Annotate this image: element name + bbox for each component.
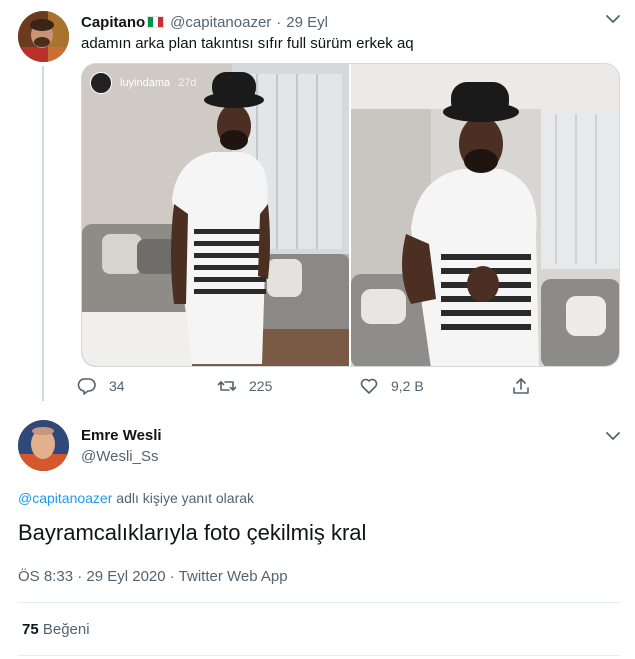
original-tweet: Capitano @capitanoazer · 29 Eyl adamın a…: [0, 0, 635, 415]
username[interactable]: @capitanoazer: [170, 14, 271, 31]
story-age: 27d: [178, 77, 197, 89]
avatar[interactable]: [18, 11, 69, 62]
retweet-button[interactable]: 225: [217, 376, 272, 396]
like-count: 9,2 B: [391, 378, 424, 394]
divider: [18, 655, 620, 656]
reply-tweet: Emre Wesli @Wesli_Ss @capitanoazer adlı …: [0, 415, 635, 659]
divider: [18, 602, 620, 603]
tweet-text: Bayramcalıklarıyla foto çekilmiş kral: [18, 520, 367, 545]
tweet-photo-left[interactable]: luyindama 27d: [82, 64, 349, 366]
media-grid: luyindama 27d: [81, 63, 620, 367]
timestamp[interactable]: 29 Eyl: [286, 14, 328, 31]
like-button[interactable]: 9,2 B: [359, 376, 424, 396]
story-header: luyindama 27d: [90, 72, 197, 94]
tweet-header: Capitano @capitanoazer · 29 Eyl: [81, 12, 328, 32]
reply-icon: [77, 378, 96, 395]
like-label: Beğeni: [42, 621, 90, 638]
replying-to-label: adlı kişiye yanıt olarak: [112, 490, 255, 506]
retweet-count: 225: [249, 378, 273, 394]
separator: ·: [276, 13, 282, 31]
thread-line: [42, 66, 44, 401]
reply-button[interactable]: 34: [77, 376, 125, 396]
share-button[interactable]: [511, 376, 543, 396]
chevron-down-icon[interactable]: [604, 10, 622, 28]
likes-stat[interactable]: 75 Beğeni: [22, 621, 90, 638]
mention-link[interactable]: @capitanoazer: [18, 490, 112, 506]
share-icon: [513, 378, 529, 394]
retweet-icon: [217, 381, 237, 391]
tweet-meta[interactable]: ÖS 8:33 · 29 Eyl 2020 · Twitter Web App: [18, 568, 288, 585]
story-username: luyindama: [120, 77, 171, 89]
display-name[interactable]: Emre Wesli: [81, 427, 162, 444]
username[interactable]: @Wesli_Ss: [81, 448, 158, 465]
chevron-down-icon[interactable]: [604, 427, 622, 445]
tweet-photo-right[interactable]: [351, 64, 619, 366]
story-avatar: [90, 72, 112, 94]
reply-count: 34: [109, 378, 125, 394]
tweet-actions: 34 225 9,2 B: [77, 376, 547, 400]
tweet-text: adamın arka plan takıntısı sıfır full sü…: [81, 35, 414, 52]
replying-to: @capitanoazer adlı kişiye yanıt olarak: [18, 490, 254, 506]
italy-flag-icon: [147, 16, 165, 28]
display-name[interactable]: Capitano: [81, 14, 145, 31]
heart-icon: [360, 378, 378, 394]
avatar[interactable]: [18, 420, 69, 471]
like-count: 75: [22, 621, 39, 638]
